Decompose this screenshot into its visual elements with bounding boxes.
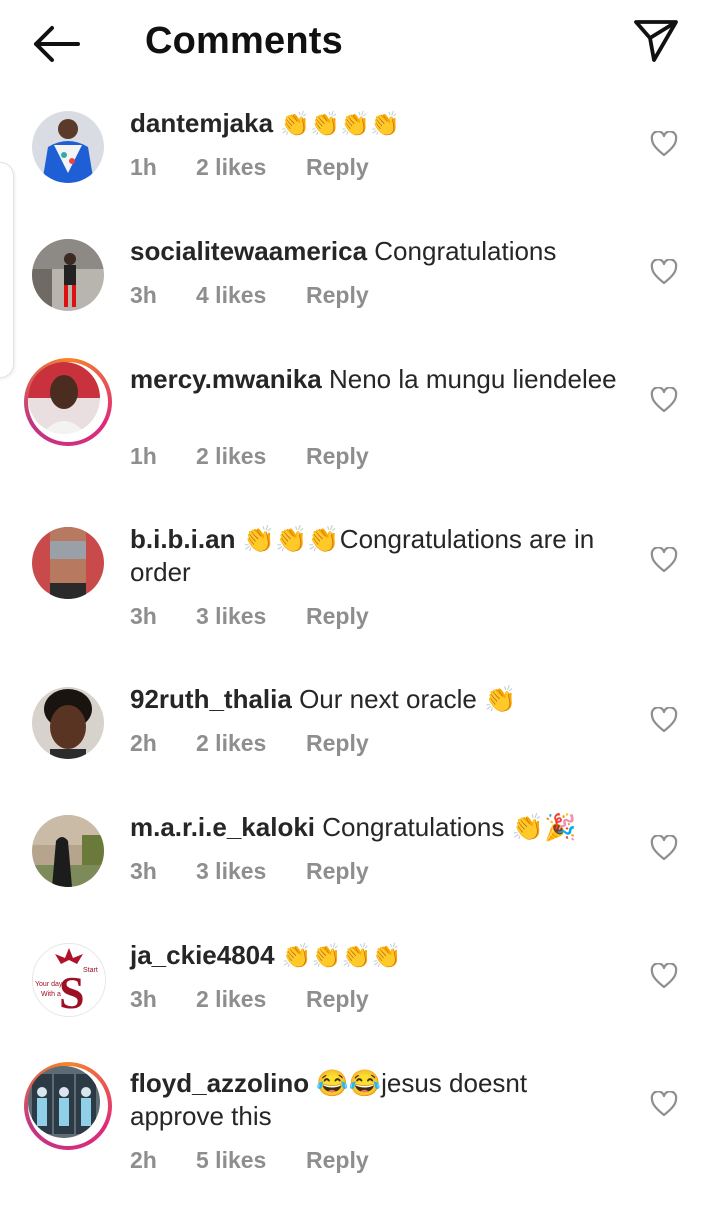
comment-meta: 3h 4 likes Reply (130, 282, 369, 309)
comment-likes[interactable]: 2 likes (196, 443, 306, 470)
comment-time: 1h (130, 443, 157, 469)
heart-outline-icon[interactable] (650, 963, 678, 989)
reply-button[interactable]: Reply (306, 603, 369, 630)
comment-meta: 1h 2 likes Reply (130, 154, 369, 181)
comment-time: 2h (130, 1147, 157, 1173)
reply-button[interactable]: Reply (306, 986, 369, 1013)
svg-text:S: S (59, 967, 85, 1016)
avatar (28, 362, 100, 434)
page-title: Comments (145, 20, 343, 62)
comment-time: 3h (130, 282, 157, 308)
avatar-caption: With a (41, 991, 61, 998)
comment-username[interactable]: ja_ckie4804 (130, 940, 275, 970)
comment-likes[interactable]: 2 likes (196, 154, 306, 181)
comment-likes[interactable]: 2 likes (196, 986, 306, 1013)
avatar[interactable]: S Start Your day With a (32, 943, 106, 1017)
side-panel-edge[interactable] (0, 162, 14, 378)
heart-outline-icon[interactable] (650, 707, 678, 733)
paper-plane-icon[interactable] (630, 16, 682, 66)
reply-button[interactable]: Reply (306, 154, 369, 181)
comment-likes[interactable]: 3 likes (196, 603, 306, 630)
reply-button[interactable]: Reply (306, 282, 369, 309)
heart-outline-icon[interactable] (650, 547, 678, 573)
avatar-story-ring[interactable] (24, 358, 112, 446)
avatar[interactable] (32, 111, 104, 183)
avatar[interactable] (32, 687, 104, 759)
reply-button[interactable]: Reply (306, 443, 369, 470)
avatar[interactable] (32, 239, 104, 311)
comment-likes[interactable]: 4 likes (196, 282, 306, 309)
avatar-caption: Start (83, 967, 98, 974)
comment-time: 3h (130, 858, 157, 884)
comment-username[interactable]: b.i.b.i.an (130, 524, 235, 554)
comment-meta: 1h 2 likes Reply (130, 443, 369, 470)
comment-username[interactable]: mercy.mwanika (130, 364, 322, 394)
avatar[interactable] (32, 815, 104, 887)
heart-outline-icon[interactable] (650, 131, 678, 157)
comment-time: 2h (130, 730, 157, 756)
reply-button[interactable]: Reply (306, 1147, 369, 1174)
comment-meta: 3h 3 likes Reply (130, 858, 369, 885)
comment-username[interactable]: dantemjaka (130, 108, 273, 138)
comment-text: dantemjaka 👏👏👏👏 (130, 108, 400, 138)
avatar-story-ring[interactable] (24, 1062, 112, 1150)
avatar[interactable] (32, 527, 104, 599)
comment-text: m.a.r.i.e_kaloki Congratulations 👏🎉 (130, 812, 577, 842)
heart-outline-icon[interactable] (650, 835, 678, 861)
comment-text: 92ruth_thalia Our next oracle 👏 (130, 684, 517, 714)
avatar-caption: Your day (35, 981, 63, 988)
comment-username[interactable]: socialitewaamerica (130, 236, 367, 266)
comment-time: 1h (130, 154, 157, 180)
comment-time: 3h (130, 603, 157, 629)
comment-username[interactable]: floyd_azzolino (130, 1068, 309, 1098)
comment-meta: 3h 3 likes Reply (130, 603, 369, 630)
comment-likes[interactable]: 2 likes (196, 730, 306, 757)
reply-button[interactable]: Reply (306, 730, 369, 757)
comment-username[interactable]: m.a.r.i.e_kaloki (130, 812, 315, 842)
comment-text: socialitewaamerica Congratulations (130, 236, 557, 266)
comment-meta: 2h 5 likes Reply (130, 1147, 369, 1174)
arrow-left-icon[interactable] (28, 22, 84, 66)
comment-text: ja_ckie4804 👏👏👏👏 (130, 940, 402, 970)
comment-meta: 3h 2 likes Reply (130, 986, 369, 1013)
reply-button[interactable]: Reply (306, 858, 369, 885)
comment-text: b.i.b.i.an 👏👏👏Congratulations are in ord… (130, 524, 595, 587)
comment-meta: 2h 2 likes Reply (130, 730, 369, 757)
comment-likes[interactable]: 5 likes (196, 1147, 306, 1174)
heart-outline-icon[interactable] (650, 259, 678, 285)
comment-text: floyd_azzolino 😂😂jesus doesnt approve th… (130, 1068, 528, 1131)
avatar (28, 1066, 100, 1138)
comment-likes[interactable]: 3 likes (196, 858, 306, 885)
header-bar: Comments (0, 0, 720, 86)
comment-text: mercy.mwanika Neno la mungu liendelee (130, 364, 617, 394)
comment-time: 3h (130, 986, 157, 1012)
heart-outline-icon[interactable] (650, 1091, 678, 1117)
comment-username[interactable]: 92ruth_thalia (130, 684, 292, 714)
heart-outline-icon[interactable] (650, 387, 678, 413)
